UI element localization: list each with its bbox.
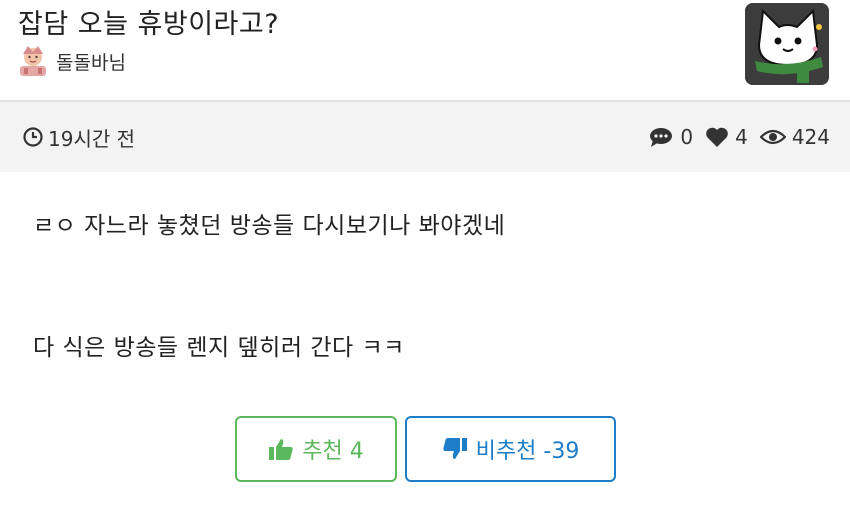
post-title: 잡담 오늘 휴방이라고? [18, 9, 280, 40]
comment-count: 0 [648, 125, 693, 149]
author-info[interactable]: 돌돌바님 [14, 42, 126, 80]
post-stats: 0 4 424 [636, 102, 830, 172]
level-badge-icon [20, 46, 46, 76]
thumbs-down-icon [443, 438, 467, 459]
upvote-button[interactable]: 추천 4 [235, 416, 397, 482]
upvote-label: 추천 4 [302, 439, 364, 464]
post-header: 잡담 오늘 휴방이라고? 돌돌바님 [0, 0, 850, 102]
view-count: 424 [759, 125, 830, 149]
post-paragraph: ㄹㅇ 자느라 놓쳤던 방송들 다시보기나 봐야겠네 [33, 213, 506, 239]
time-label: 19시간 전 [48, 126, 136, 151]
clock-icon [23, 127, 43, 147]
like-count-value: 4 [735, 125, 748, 149]
like-count: 4 [705, 125, 748, 149]
comment-count-value: 0 [680, 125, 694, 149]
cat-with-scarf-avatar [745, 3, 829, 85]
eye-icon [759, 129, 786, 145]
downvote-button[interactable]: 비추천 -39 [405, 416, 616, 482]
author-name[interactable]: 돌돌바님 [56, 48, 126, 75]
comment-icon [650, 128, 673, 147]
thumbs-up-icon [269, 439, 293, 460]
post-content: ㄹㅇ 자느라 놓쳤던 방송들 다시보기나 봐야겠네 다 식은 방송들 렌지 뎊히… [0, 172, 850, 529]
post-time: 19시간 전 [22, 102, 135, 172]
post-paragraph: 다 식은 방송들 렌지 뎊히러 간다 ㅋㅋ [33, 335, 405, 361]
avatar[interactable] [745, 3, 829, 85]
downvote-label: 비추천 -39 [475, 439, 580, 464]
heart-icon [706, 127, 728, 147]
post-meta-bar: 19시간 전 0 4 424 [0, 102, 850, 172]
view-count-value: 424 [791, 125, 830, 149]
